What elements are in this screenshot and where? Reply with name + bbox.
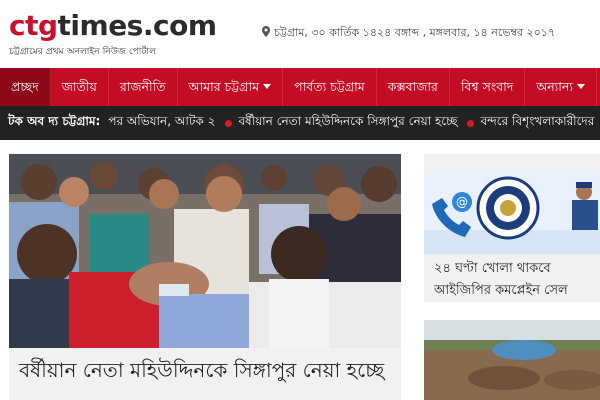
svg-text:@: @ xyxy=(456,195,468,209)
nav-item-label: জাতীয় xyxy=(61,79,97,94)
nav-item-label: পার্বত্য চট্টগ্রাম xyxy=(294,79,365,94)
ticker-item[interactable]: বন্দরে বিশৃংখলাকারীদের xyxy=(467,113,594,133)
ticker-item-text: বন্দরে বিশৃংখলাকারীদের xyxy=(480,114,595,128)
red-dot-icon xyxy=(467,119,475,127)
sidebar-card[interactable] xyxy=(424,320,600,400)
site-logo[interactable]: ctgtimes.com চট্টগ্রামের প্রথম অনলাইন নি… xyxy=(9,10,217,59)
nav-item-coxsbazar[interactable]: কক্সবাজার xyxy=(377,68,450,106)
nav-item-home[interactable]: প্রচ্ছদ xyxy=(0,68,51,106)
dateline-text: চট্টগ্রাম, ৩০ কার্তিক ১৪২৪ বঙ্গাব্দ , মঙ… xyxy=(274,26,556,39)
nav-item-national[interactable]: জাতীয় xyxy=(51,68,109,106)
logo-primary: ctg xyxy=(9,9,58,42)
main-nav: প্রচ্ছদ জাতীয় রাজনীতি আমার চট্টগ্রাম পা… xyxy=(0,68,600,106)
nav-item-label: রাজনীতি xyxy=(119,79,166,94)
nav-item-others[interactable]: অন্যান্য xyxy=(525,68,597,106)
news-ticker: টক অব দ্য চট্টগ্রাম: পর অভিযান, আটক ২ বর… xyxy=(0,106,600,140)
lead-story[interactable]: বর্ষীয়ান নেতা মহিউদ্দিনকে সিঙ্গাপুর নেয… xyxy=(9,154,401,400)
lead-story-photo[interactable] xyxy=(9,154,401,348)
nav-item-hill-tracts[interactable]: পার্বত্য চট্টগ্রাম xyxy=(283,68,377,106)
lead-photo-illustration xyxy=(9,154,401,348)
nav-item-label: অন্যান্য xyxy=(536,79,573,94)
nav-item-label: বিশ্ব সংবাদ xyxy=(460,79,514,94)
page: ctgtimes.com চট্টগ্রামের প্রথম অনলাইন নি… xyxy=(0,0,600,400)
nav-item-label: প্রচ্ছদ xyxy=(11,79,39,94)
dateline: চট্টগ্রাম, ৩০ কার্তিক ১৪২৪ বঙ্গাব্দ , মঙ… xyxy=(262,24,555,43)
construction-site-illustration xyxy=(424,320,600,400)
ticker-track: পর অভিযান, আটক ২ বর্ষীয়ান নেতা মহিউদ্দি… xyxy=(108,113,600,133)
site-tagline: চট্টগ্রামের প্রথম অনলাইন নিউজ পোর্টাল xyxy=(9,47,156,57)
caret-down-icon xyxy=(577,84,585,89)
ticker-item-text: বর্ষীয়ান নেতা মহিউদ্দিনকে সিঙ্গাপুর নেয… xyxy=(238,114,458,128)
complaint-cell-illustration: @ xyxy=(424,174,600,254)
site-header: ctgtimes.com চট্টগ্রামের প্রথম অনলাইন নি… xyxy=(0,0,600,68)
map-pin-icon xyxy=(262,26,270,37)
nav-item-our-chittagong[interactable]: আমার চট্টগ্রাম xyxy=(178,68,284,106)
nav-item-politics[interactable]: রাজনীতি xyxy=(109,68,178,106)
ticker-item-text: পর অভিযান, আটক ২ xyxy=(108,114,216,128)
lead-headline[interactable]: বর্ষীয়ান নেতা মহিউদ্দিনকে সিঙ্গাপুর নেয… xyxy=(9,348,401,400)
ticker-label: টক অব দ্য চট্টগ্রাম: xyxy=(0,113,109,133)
logo-secondary: times.com xyxy=(57,9,217,42)
logo-wordmark[interactable]: ctgtimes.com xyxy=(9,10,217,42)
caret-down-icon xyxy=(263,84,272,89)
red-dot-icon xyxy=(225,119,233,127)
ticker-item[interactable]: পর অভিযান, আটক ২ xyxy=(108,113,215,133)
complaint-cell-banner[interactable]: @ xyxy=(424,174,600,254)
nav-item-label: কক্সবাজার xyxy=(387,79,438,94)
nav-item-world-news[interactable]: বিশ্ব সংবাদ xyxy=(450,68,526,106)
sidebar: @ ২৪ ঘণ্টা খোলা থাকবে আইজিপির কমপ্লেইন স… xyxy=(424,154,600,400)
nav-item-label: আমার চট্টগ্রাম xyxy=(188,79,260,94)
sidebar-card[interactable]: @ ২৪ ঘণ্টা খোলা থাকবে আইজিপির কমপ্লেইন স… xyxy=(424,154,600,302)
ticker-item[interactable]: বর্ষীয়ান নেতা মহিউদ্দিনকে সিঙ্গাপুর নেয… xyxy=(225,113,457,133)
sidebar-card-title[interactable]: ২৪ ঘণ্টা খোলা থাকবে আইজিপির কমপ্লেইন সেল xyxy=(434,258,598,302)
